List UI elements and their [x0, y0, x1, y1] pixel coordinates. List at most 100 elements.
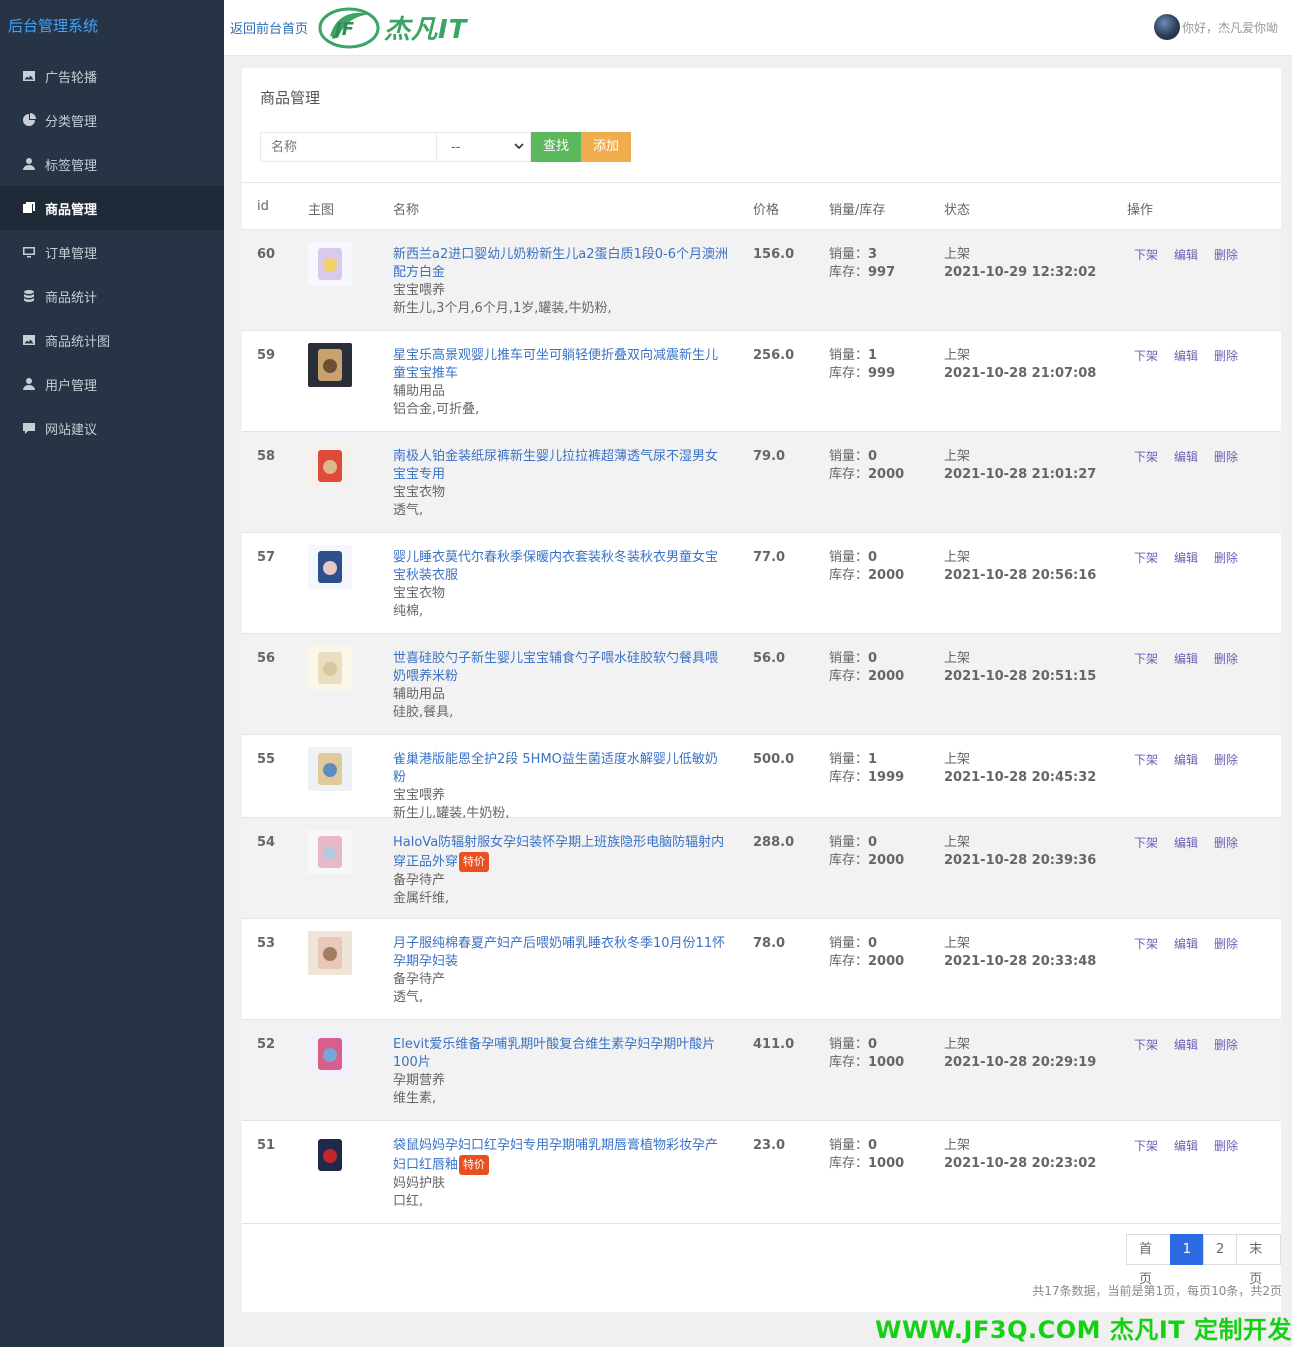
delete-button[interactable]: 删除: [1214, 1038, 1238, 1052]
product-price: 78.0: [753, 936, 786, 951]
product-name-link[interactable]: 月子服纯棉春夏产妇产后喂奶哺乳睡衣秋冬季10月份11怀孕期孕妇装: [393, 936, 725, 969]
sidebar-item-feedback[interactable]: 网站建议: [0, 406, 224, 450]
sidebar-item-stats[interactable]: 商品统计: [0, 274, 224, 318]
edit-button[interactable]: 编辑: [1174, 551, 1198, 565]
row-actions: 下架 编辑 删除: [1134, 834, 1254, 852]
product-image[interactable]: [308, 444, 352, 488]
product-id: 54: [257, 835, 276, 850]
edit-button[interactable]: 编辑: [1174, 1139, 1198, 1153]
find-button[interactable]: 查找: [531, 132, 582, 162]
product-name-link[interactable]: 世喜硅胶勺子新生婴儿宝宝辅食勺子喂水硅胶软勺餐具喂奶喂养米粉: [393, 651, 718, 684]
delete-button[interactable]: 删除: [1214, 248, 1238, 262]
page-button-1[interactable]: 1: [1169, 1234, 1204, 1265]
status-time: 2021-10-28 20:45:32: [944, 770, 1097, 785]
sidebar-item-orders[interactable]: 订单管理: [0, 230, 224, 274]
sidebar-item-label: 网站建议: [45, 422, 98, 438]
sales-label: 销量：: [829, 835, 869, 850]
first-page-button[interactable]: 首页: [1126, 1234, 1171, 1287]
stock-label: 库存：: [829, 1156, 869, 1171]
unlist-button[interactable]: 下架: [1134, 652, 1158, 666]
window-icon: [22, 201, 36, 215]
unlist-button[interactable]: 下架: [1134, 450, 1158, 464]
sidebar-item-users[interactable]: 用户管理: [0, 362, 224, 406]
delete-button[interactable]: 删除: [1214, 450, 1238, 464]
delete-button[interactable]: 删除: [1214, 551, 1238, 565]
product-image[interactable]: [308, 343, 352, 387]
row-actions: 下架 编辑 删除: [1134, 650, 1254, 668]
unlist-button[interactable]: 下架: [1134, 1038, 1158, 1052]
delete-button[interactable]: 删除: [1214, 1139, 1238, 1153]
delete-button[interactable]: 删除: [1214, 937, 1238, 951]
table-body: 60 新西兰a2进口婴幼儿奶粉新生儿a2蛋白质1段0-6个月澳洲配方白金 宝宝喂…: [242, 230, 1281, 1224]
delete-button[interactable]: 删除: [1214, 753, 1238, 767]
sidebar-item-ads[interactable]: 广告轮播: [0, 54, 224, 98]
product-name-link[interactable]: 星宝乐高景观婴儿推车可坐可躺轻便折叠双向减震新生儿童宝宝推车: [393, 348, 718, 381]
pie-icon: [22, 113, 36, 127]
edit-button[interactable]: 编辑: [1174, 937, 1198, 951]
product-id: 58: [257, 449, 276, 464]
edit-button[interactable]: 编辑: [1174, 1038, 1198, 1052]
delete-button[interactable]: 删除: [1214, 349, 1238, 363]
sidebar-item-categories[interactable]: 分类管理: [0, 98, 224, 142]
stock-label: 库存：: [829, 954, 869, 969]
sidebar: 后台管理系统 广告轮播 分类管理 标签管理 商品管理 订单管理 商品统计 商品统…: [0, 0, 224, 1347]
stock-value: 1000: [868, 1055, 905, 1070]
product-tags: 透气,: [393, 503, 424, 518]
status-time: 2021-10-28 20:23:02: [944, 1156, 1097, 1171]
product-status: 上架 2021-10-28 20:33:48: [944, 935, 1096, 971]
product-status: 上架 2021-10-28 20:56:16: [944, 549, 1096, 585]
stock-label: 库存：: [829, 568, 869, 583]
edit-button[interactable]: 编辑: [1174, 349, 1198, 363]
edit-button[interactable]: 编辑: [1174, 753, 1198, 767]
edit-button[interactable]: 编辑: [1174, 248, 1198, 262]
delete-button[interactable]: 删除: [1214, 652, 1238, 666]
unlist-button[interactable]: 下架: [1134, 349, 1158, 363]
status-time: 2021-10-28 20:51:15: [944, 669, 1097, 684]
product-tags: 新生儿,3个月,6个月,1岁,罐装,牛奶粉,: [393, 301, 612, 316]
last-page-button[interactable]: 末页: [1236, 1234, 1281, 1287]
status-text: 上架: [944, 651, 971, 666]
back-to-home-link[interactable]: 返回前台首页: [230, 18, 308, 37]
edit-button[interactable]: 编辑: [1174, 450, 1198, 464]
product-name-link[interactable]: 南极人铂金装纸尿裤新生婴儿拉拉裤超薄透气尿不湿男女宝宝专用: [393, 449, 718, 482]
product-image[interactable]: [308, 830, 352, 874]
table-row: 52 Elevit爱乐维备孕哺乳期叶酸复合维生素孕妇孕期叶酸片100片 孕期营养…: [242, 1020, 1281, 1121]
user-menu[interactable]: 你好，杰凡爱你呦: [1153, 14, 1278, 40]
product-name-cell: 星宝乐高景观婴儿推车可坐可躺轻便折叠双向减震新生儿童宝宝推车 辅助用品 铝合金,…: [393, 347, 728, 419]
edit-button[interactable]: 编辑: [1174, 652, 1198, 666]
product-image[interactable]: [308, 646, 352, 690]
product-image[interactable]: [308, 545, 352, 589]
page-button-2[interactable]: 2: [1203, 1234, 1238, 1265]
name-search-input[interactable]: [260, 132, 437, 162]
product-image[interactable]: [308, 1133, 352, 1177]
unlist-button[interactable]: 下架: [1134, 248, 1158, 262]
product-image[interactable]: [308, 931, 352, 975]
unlist-button[interactable]: 下架: [1134, 1139, 1158, 1153]
sales-stock: 销量：0 库存：2000: [829, 834, 904, 870]
sidebar-item-stats-chart[interactable]: 商品统计图: [0, 318, 224, 362]
delete-button[interactable]: 删除: [1214, 836, 1238, 850]
sidebar-item-products[interactable]: 商品管理: [0, 186, 224, 230]
product-name-link[interactable]: Elevit爱乐维备孕哺乳期叶酸复合维生素孕妇孕期叶酸片100片: [393, 1037, 715, 1070]
product-status: 上架 2021-10-28 20:51:15: [944, 650, 1096, 686]
unlist-button[interactable]: 下架: [1134, 937, 1158, 951]
add-button[interactable]: 添加: [581, 132, 632, 162]
product-image[interactable]: [308, 242, 352, 286]
product-name-link[interactable]: 新西兰a2进口婴幼儿奶粉新生儿a2蛋白质1段0-6个月澳洲配方白金: [393, 247, 728, 280]
row-actions: 下架 编辑 删除: [1134, 935, 1254, 953]
unlist-button[interactable]: 下架: [1134, 836, 1158, 850]
sidebar-item-tags[interactable]: 标签管理: [0, 142, 224, 186]
product-name-link[interactable]: 婴儿睡衣莫代尔春秋季保暖内衣套装秋冬装秋衣男童女宝宝秋装衣服: [393, 550, 718, 583]
edit-button[interactable]: 编辑: [1174, 836, 1198, 850]
product-name-link[interactable]: HaloVa防辐射服女孕妇装怀孕期上班族隐形电脑防辐射内穿正品外穿: [393, 835, 724, 870]
sales-value: 1: [868, 348, 878, 363]
product-name-link[interactable]: 袋鼠妈妈孕妇口红孕妇专用孕期哺乳期唇膏植物彩妆孕产妇口红唇釉: [393, 1138, 718, 1173]
unlist-button[interactable]: 下架: [1134, 753, 1158, 767]
status-select[interactable]: --: [437, 132, 531, 162]
product-image[interactable]: [308, 747, 352, 791]
row-actions: 下架 编辑 删除: [1134, 751, 1254, 769]
avatar[interactable]: [1153, 14, 1180, 40]
product-image[interactable]: [308, 1032, 352, 1076]
unlist-button[interactable]: 下架: [1134, 551, 1158, 565]
product-name-link[interactable]: 雀巢港版能恩全护2段 5HMO益生菌适度水解婴儿低敏奶粉: [393, 752, 718, 785]
